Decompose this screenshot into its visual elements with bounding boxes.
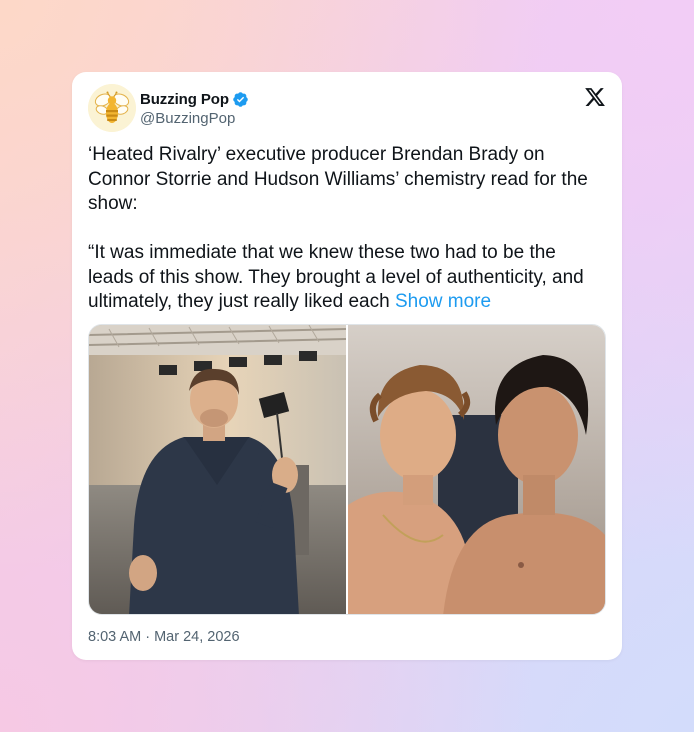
tweet-card: Buzzing Pop @BuzzingPop ‘Heated Rivalry’… [72, 72, 622, 660]
show-more-link[interactable]: Show more [395, 291, 491, 312]
tweet-timestamp[interactable]: 8:03 AM · Mar 24, 2026 [88, 629, 240, 645]
man-speaking-on-set-photo [89, 325, 346, 614]
display-name[interactable]: Buzzing Pop [140, 91, 229, 108]
verified-badge-icon [233, 91, 248, 107]
tweet-text: ‘Heated Rivalry’ executive producer Bren… [88, 143, 588, 315]
avatar[interactable] [88, 84, 136, 132]
account-name-row: Buzzing Pop [140, 89, 249, 109]
two-men-close-together-photo [348, 325, 605, 614]
bee-logo-icon [88, 84, 136, 132]
media-photo-2[interactable] [348, 325, 605, 614]
media-grid [88, 324, 606, 615]
media-photo-1[interactable] [89, 325, 346, 614]
tweet-paragraph-2: “It was immediate that we knew these two… [88, 241, 588, 315]
tweet-paragraph-1: ‘Heated Rivalry’ executive producer Bren… [88, 144, 588, 214]
account-handle[interactable]: @BuzzingPop [140, 110, 235, 127]
x-logo-icon[interactable] [584, 86, 606, 108]
tweet-paragraph-2-text: “It was immediate that we knew these two… [88, 242, 584, 312]
